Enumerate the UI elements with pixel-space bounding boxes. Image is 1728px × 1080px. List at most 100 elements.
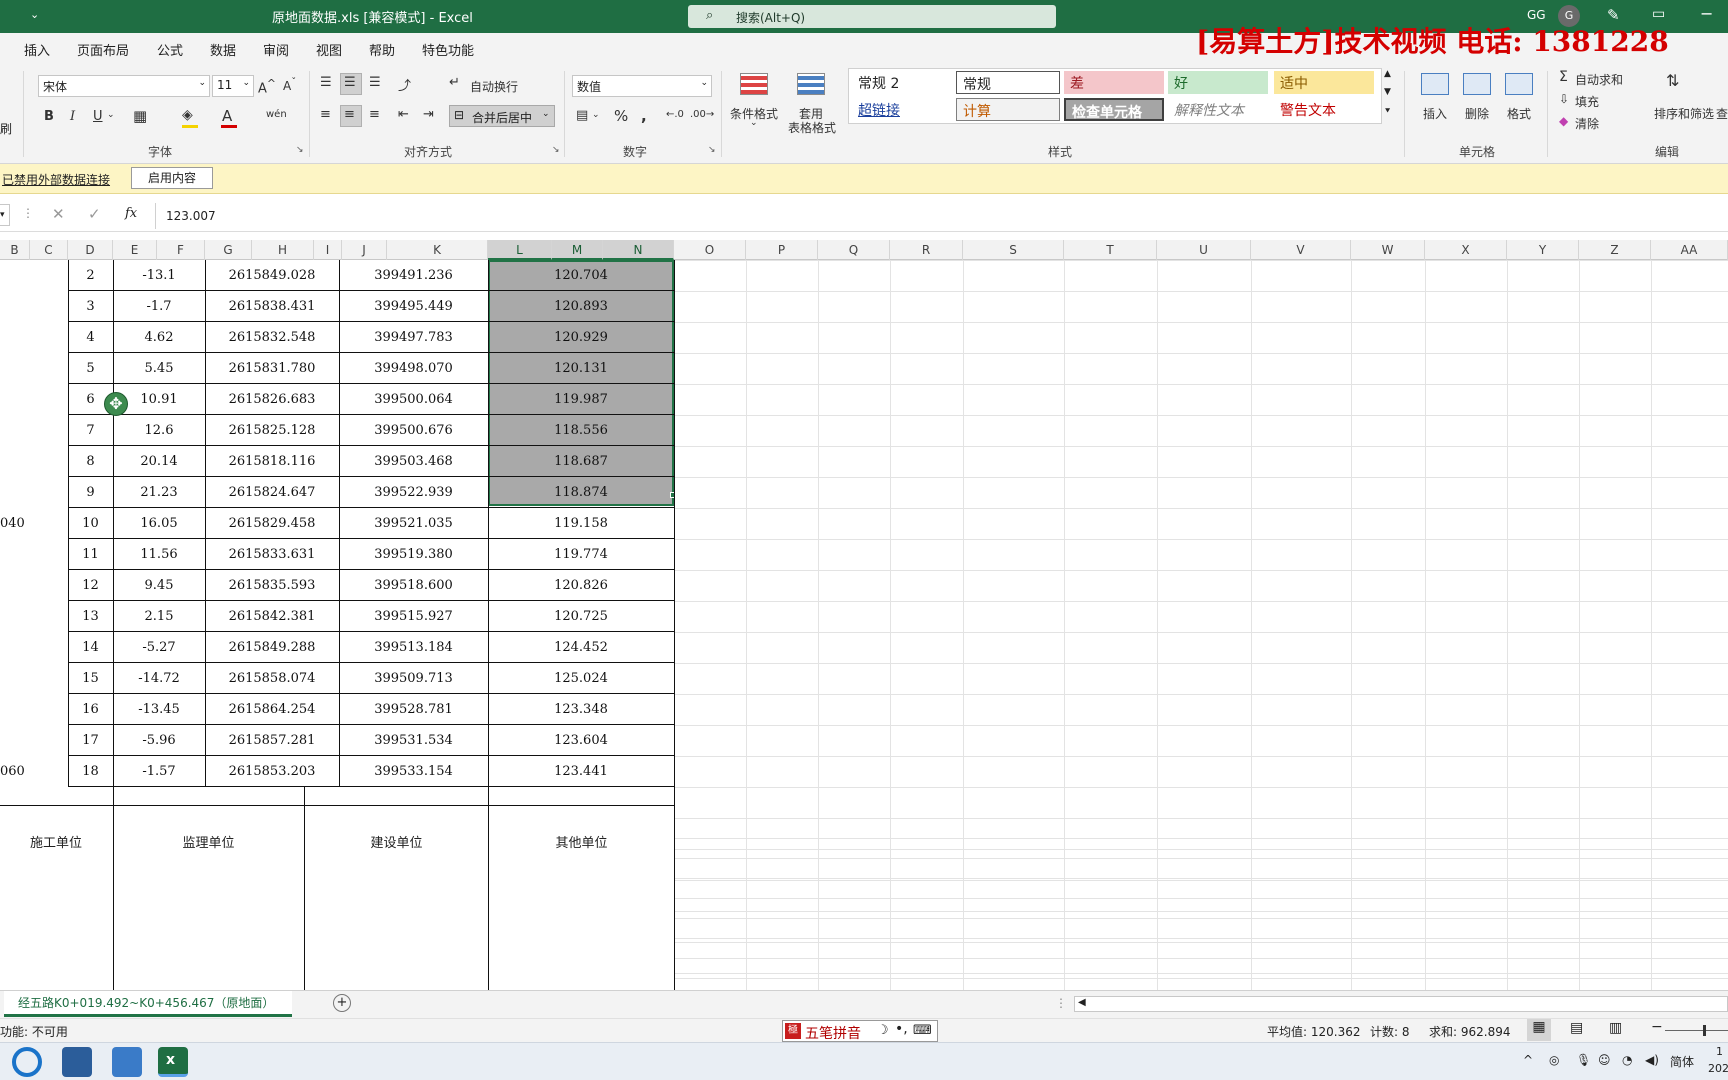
cell-offset[interactable]: 4.62 (113, 322, 205, 353)
cell-station[interactable] (0, 663, 30, 694)
borders-icon[interactable]: ▦ (133, 107, 147, 125)
cell-y-coord[interactable]: 399528.781 (339, 694, 488, 725)
column-header[interactable]: X (1425, 240, 1507, 260)
column-header[interactable]: E (113, 240, 157, 260)
wrap-text-icon[interactable]: ↵ (449, 75, 460, 90)
scroll-left-icon[interactable]: ◀ (1078, 997, 1086, 1008)
cell-station[interactable] (0, 601, 30, 632)
gallery-down-icon[interactable]: ▼ (1384, 87, 1391, 97)
cell-elevation[interactable]: 120.826 (488, 570, 674, 601)
insert-label[interactable]: 插入 (1421, 105, 1449, 122)
cell-y-coord[interactable]: 399509.713 (339, 663, 488, 694)
menu-help[interactable]: 帮助 (369, 40, 395, 59)
ime-moon-icon[interactable]: ☽ (877, 1023, 889, 1038)
cell-point-no[interactable]: 15 (68, 663, 113, 694)
column-header[interactable]: AA (1651, 240, 1728, 260)
fill-color-icon[interactable]: ◈ (182, 107, 193, 123)
merge-dropdown-icon[interactable]: ⌄ (542, 109, 550, 119)
underline-dropdown-icon[interactable]: ⌄ (107, 110, 115, 120)
cell-elevation[interactable]: 118.556 (488, 415, 674, 446)
cell-station[interactable]: 040 (0, 508, 30, 539)
fill-label[interactable]: 填充 (1575, 93, 1599, 110)
cell-elevation[interactable]: 120.929 (488, 322, 674, 353)
cell-elevation[interactable]: 120.893 (488, 291, 674, 322)
cell-offset[interactable]: 11.56 (113, 539, 205, 570)
column-header[interactable]: D (68, 240, 113, 260)
column-header[interactable]: I (314, 240, 342, 260)
cell-point-no[interactable]: 17 (68, 725, 113, 756)
cell-offset[interactable]: 9.45 (113, 570, 205, 601)
cell-elevation[interactable]: 118.687 (488, 446, 674, 477)
currency-dropdown-icon[interactable]: ⌄ (592, 110, 600, 120)
cell-x-coord[interactable]: 2615864.254 (205, 694, 339, 725)
sheet-tab-active[interactable]: 经五路K0+019.492~K0+456.467（原地面） (4, 991, 292, 1017)
cell-x-coord[interactable]: 2615833.631 (205, 539, 339, 570)
wifi-icon[interactable]: ◔ (1622, 1053, 1632, 1067)
column-header[interactable]: P (746, 240, 818, 260)
font-color-icon[interactable]: A (222, 107, 232, 125)
microphone-icon[interactable]: 🎙 (1576, 1053, 1591, 1067)
insert-cells-icon[interactable] (1421, 73, 1449, 95)
comma-style-icon[interactable]: , (641, 107, 647, 125)
column-header[interactable]: G (205, 240, 252, 260)
cell-y-coord[interactable]: 399500.676 (339, 415, 488, 446)
menu-view[interactable]: 视图 (316, 40, 342, 59)
column-header[interactable]: B (0, 240, 30, 260)
find-label[interactable]: 查 (1716, 105, 1728, 122)
cancel-icon[interactable]: ✕ (52, 205, 65, 223)
conditional-format-dropdown-icon[interactable]: ⌄ (750, 118, 758, 128)
cell-y-coord[interactable]: 399503.468 (339, 446, 488, 477)
menu-data[interactable]: 数据 (210, 40, 236, 59)
cell-y-coord[interactable]: 399531.534 (339, 725, 488, 756)
align-right-icon[interactable]: ≡ (369, 107, 380, 122)
cell-elevation[interactable]: 124.452 (488, 632, 674, 663)
excel-app-icon[interactable]: x (158, 1047, 188, 1077)
cell-y-coord[interactable]: 399533.154 (339, 756, 488, 787)
clear-label[interactable]: 清除 (1575, 115, 1599, 132)
bold-button[interactable]: B (44, 109, 54, 124)
column-header[interactable]: T (1064, 240, 1157, 260)
align-left-icon[interactable]: ≡ (320, 107, 331, 122)
language-indicator[interactable]: 简体 (1670, 1053, 1694, 1070)
column-header[interactable]: O (674, 240, 746, 260)
add-sheet-icon[interactable]: + (333, 994, 351, 1012)
autosum-icon[interactable]: Σ (1559, 69, 1568, 85)
cell-point-no[interactable]: 11 (68, 539, 113, 570)
page-layout-view-icon[interactable]: ▤ (1570, 1020, 1583, 1036)
column-header[interactable]: M (552, 240, 603, 260)
zoom-thumb[interactable] (1703, 1025, 1706, 1036)
column-header[interactable]: R (890, 240, 963, 260)
normal-view-icon[interactable]: ▦ (1527, 1019, 1551, 1041)
tray-app-icon[interactable]: ◎ (1549, 1053, 1559, 1067)
cell-point-no[interactable]: 4 (68, 322, 113, 353)
font-size-select[interactable]: 11 ⌄ (212, 75, 254, 97)
column-header[interactable]: H (252, 240, 314, 260)
column-header[interactable]: Q (818, 240, 890, 260)
column-header[interactable]: J (342, 240, 387, 260)
tray-user-icon[interactable]: ☺ (1598, 1053, 1611, 1067)
cad-app-icon[interactable] (112, 1047, 142, 1077)
cell-station[interactable] (0, 632, 30, 663)
cell-station[interactable] (0, 446, 30, 477)
table-format-label-2[interactable]: 表格格式 (782, 119, 842, 136)
cell-station[interactable] (0, 322, 30, 353)
cell-x-coord[interactable]: 2615818.116 (205, 446, 339, 477)
decrease-indent-icon[interactable]: ⇤ (398, 107, 409, 122)
italic-button[interactable]: I (70, 109, 75, 124)
cell-y-coord[interactable]: 399495.449 (339, 291, 488, 322)
cell-x-coord[interactable]: 2615849.288 (205, 632, 339, 663)
ime-mode-label[interactable]: 五笔拼音 (805, 1023, 861, 1043)
clear-icon[interactable]: ◆ (1559, 114, 1568, 128)
clock-date[interactable]: 202 (1708, 1062, 1728, 1075)
cell-point-no[interactable]: 16 (68, 694, 113, 725)
cell-station[interactable] (0, 353, 30, 384)
ime-keyboard-icon[interactable]: ⌨ (913, 1023, 932, 1038)
font-launcher-icon[interactable]: ↘ (296, 145, 304, 155)
cell-offset[interactable]: 16.05 (113, 508, 205, 539)
quick-access-dropdown-icon[interactable]: ⌄ (30, 8, 39, 21)
cell-elevation[interactable]: 125.024 (488, 663, 674, 694)
menu-formulas[interactable]: 公式 (157, 40, 183, 59)
cell-point-no[interactable]: 12 (68, 570, 113, 601)
insert-function-icon[interactable]: fx (125, 206, 137, 221)
cell-offset[interactable]: 5.45 (113, 353, 205, 384)
